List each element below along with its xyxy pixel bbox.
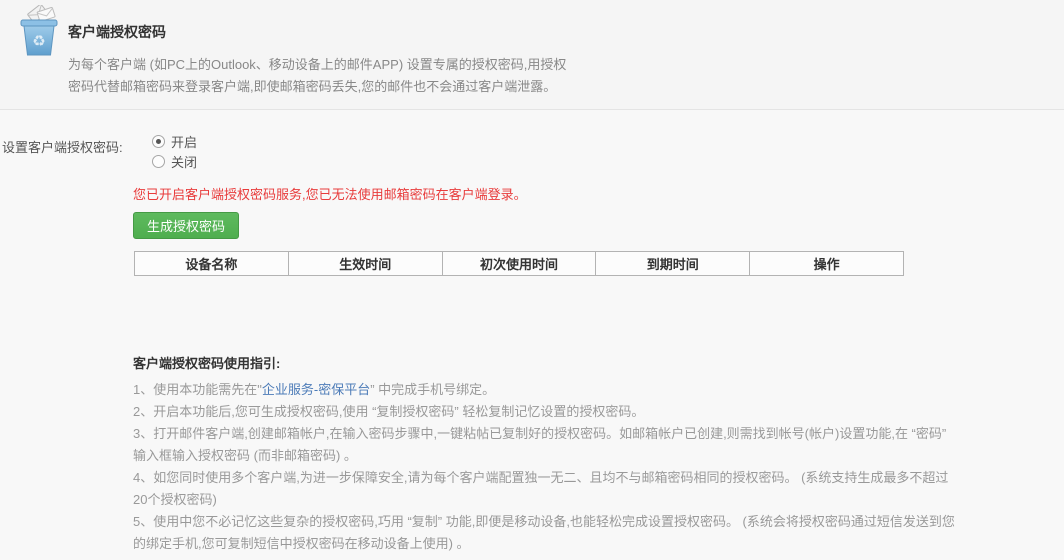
usage-guide: 客户端授权密码使用指引: 1、使用本功能需先在"企业服务-密保平台” 中完成手机…	[133, 354, 961, 555]
radio-on-label[interactable]: 开启	[171, 132, 197, 151]
column-header-actions: 操作	[749, 251, 904, 276]
guide-item-1-suffix: ” 中完成手机号绑定。	[370, 382, 496, 397]
page-description-line-2: 密码代替邮箱密码来登录客户端,即使邮箱密码丢失,您的邮件也不会通过客户端泄露。	[68, 79, 557, 94]
svg-text:♻: ♻	[32, 33, 45, 50]
radio-off-input[interactable]	[152, 154, 165, 168]
radio-option-off[interactable]: 关闭	[152, 151, 197, 171]
column-header-device-name: 设备名称	[134, 251, 289, 276]
password-table-header-row: 设备名称 生效时间 初次使用时间 到期时间 操作	[134, 251, 904, 276]
guide-item-1-prefix: 1、使用本功能需先在"	[133, 382, 262, 397]
page-header: ♻ 客户端授权密码 为每个客户端 (如PC上的Outlook、移动设备上的邮件A…	[0, 0, 1064, 110]
auth-password-radio-group: 开启 关闭	[152, 131, 197, 171]
column-header-first-use-time: 初次使用时间	[441, 251, 597, 276]
password-table: 设备名称 生效时间 初次使用时间 到期时间 操作	[134, 251, 904, 276]
mail-trash-icon: ♻	[12, 3, 66, 59]
column-header-expire-time: 到期时间	[595, 251, 751, 276]
guide-item-2: 2、开启本功能后,您可生成授权密码,使用 “复制授权密码” 轻松复制记忆设置的授…	[133, 404, 645, 419]
usage-guide-title: 客户端授权密码使用指引:	[133, 356, 281, 371]
set-auth-password-label: 设置客户端授权密码:	[2, 140, 123, 155]
guide-item-1: 1、使用本功能需先在"企业服务-密保平台” 中完成手机号绑定。	[133, 379, 961, 401]
radio-option-on[interactable]: 开启	[152, 131, 197, 151]
radio-off-label[interactable]: 关闭	[171, 152, 197, 171]
client-auth-password-page: ♻ 客户端授权密码 为每个客户端 (如PC上的Outlook、移动设备上的邮件A…	[0, 0, 1064, 560]
page-description-line-1: 为每个客户端 (如PC上的Outlook、移动设备上的邮件APP) 设置专属的授…	[68, 57, 567, 72]
page-description: 为每个客户端 (如PC上的Outlook、移动设备上的邮件APP) 设置专属的授…	[68, 54, 566, 98]
generate-password-button[interactable]: 生成授权密码	[133, 212, 240, 239]
warning-message: 您已开启客户端授权密码服务,您已无法使用邮箱密码在客户端登录。	[133, 187, 527, 202]
radio-on-input[interactable]	[152, 134, 165, 148]
guide-item-3: 3、打开邮件客户端,创建邮箱帐户,在输入密码步骤中,一键粘帖已复制好的授权密码。…	[133, 426, 947, 463]
column-header-effective-time: 生效时间	[287, 251, 443, 276]
page-title: 客户端授权密码	[68, 24, 166, 40]
guide-item-4: 4、如您同时使用多个客户端,为进一步保障安全,请为每个客户端配置独一无二、且均不…	[133, 470, 949, 507]
enterprise-service-link[interactable]: 企业服务-密保平台	[262, 382, 370, 397]
guide-item-5: 5、使用中您不必记忆这些复杂的授权密码,巧用 “复制” 功能,即便是移动设备,也…	[133, 514, 955, 551]
